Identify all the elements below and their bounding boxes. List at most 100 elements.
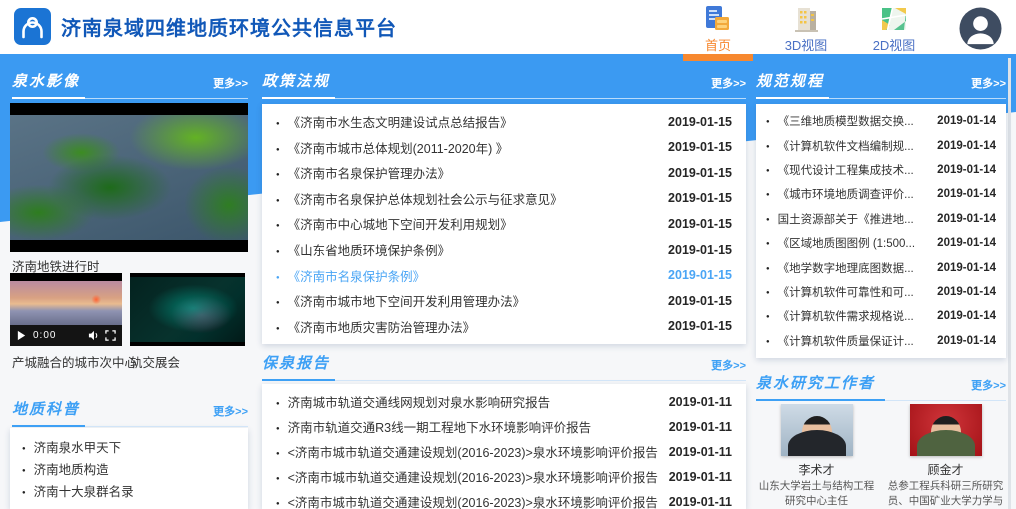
nav-2d-view[interactable]: 2D视图 — [865, 2, 923, 54]
standard-item[interactable]: 《计算机软件可靠性和可... 2019-01-14 — [766, 284, 996, 300]
researcher-photo — [781, 404, 853, 456]
geology-item-title[interactable]: 济南地质构造 — [22, 459, 236, 478]
policy-item[interactable]: 《济南市城市地下空间开发利用管理办法》 2019-01-15 — [276, 291, 732, 310]
policy-item-title[interactable]: 《济南市名泉保护总体规划社会公示与征求意见》 — [276, 189, 658, 208]
standard-item-title[interactable]: 《地学数字地理底图数据... — [766, 260, 931, 276]
standard-item[interactable]: 《计算机软件质量保证计... 2019-01-14 — [766, 333, 996, 349]
policy-item[interactable]: 《济南市水生态文明建设试点总结报告》 2019-01-15 — [276, 112, 732, 131]
policy-item-title[interactable]: 《济南市地质灾害防治管理办法》 — [276, 317, 658, 336]
video-expo-thumbnail — [130, 277, 245, 342]
researcher-card[interactable]: 李术才 山东大学岩土与结构工程研究中心主任 — [756, 404, 877, 509]
geology-list-item[interactable]: 济南十大泉群名录 — [22, 479, 236, 501]
play-icon[interactable] — [16, 330, 27, 341]
policy-item-title[interactable]: 《济南市中心城地下空间开发利用规划》 — [276, 214, 658, 233]
standard-item[interactable]: 《地学数字地理底图数据... 2019-01-14 — [766, 260, 996, 276]
policy-item-date: 2019-01-15 — [668, 217, 732, 231]
standard-item-title[interactable]: 《计算机软件文档编制规... — [766, 138, 931, 154]
standard-item-date: 2019-01-14 — [937, 188, 996, 200]
standard-item-title[interactable]: 国土资源部关于《推进地... — [766, 211, 931, 227]
policy-item[interactable]: 《山东省地质环境保护条例》 2019-01-15 — [276, 240, 732, 259]
volume-icon[interactable] — [88, 330, 99, 341]
report-item-title[interactable]: 济南城市轨道交通线网规划对泉水影响研究报告 — [276, 392, 659, 411]
policy-item-title[interactable]: 《济南市水生态文明建设试点总结报告》 — [276, 112, 658, 131]
policy-item-title[interactable]: 《济南市城市地下空间开发利用管理办法》 — [276, 291, 658, 310]
standard-item-title[interactable]: 《现代设计工程集成技术... — [766, 162, 931, 178]
standard-item-title[interactable]: 《城市环境地质调查评价... — [766, 186, 931, 202]
standards-more-link[interactable]: 更多>> — [971, 75, 1006, 91]
geology-list-item[interactable]: 济南地质构造 — [22, 458, 236, 480]
reports-list: 济南城市轨道交通线网规划对泉水影响研究报告 2019-01-11 济南市轨道交通… — [262, 384, 746, 509]
section-header-spring-media: 泉水影像 更多>> — [12, 70, 248, 99]
policy-item[interactable]: 《济南市城市总体规划(2011-2020年) 》 2019-01-15 — [276, 138, 732, 157]
policy-item-title[interactable]: 《济南市城市总体规划(2011-2020年) 》 — [276, 138, 658, 157]
policy-item-title[interactable]: 《济南市名泉保护条例》 — [276, 266, 658, 285]
section-header-geology: 地质科普 更多>> — [12, 398, 248, 427]
researchers-more-link[interactable]: 更多>> — [971, 377, 1006, 393]
report-item-title[interactable]: <济南市城市轨道交通建设规划(2016-2023)>泉水环境影响评价报告 — [276, 492, 659, 509]
video-main[interactable] — [10, 103, 248, 252]
home-archive-icon — [703, 5, 733, 33]
policy-item-date: 2019-01-15 — [668, 268, 732, 282]
fullscreen-icon[interactable] — [105, 330, 116, 341]
standard-item[interactable]: 《区域地质图图例 (1:500... 2019-01-14 — [766, 235, 996, 251]
standard-item-date: 2019-01-14 — [937, 213, 996, 225]
report-item[interactable]: <济南市城市轨道交通建设规划(2016-2023)>泉水环境影响评价报告 201… — [276, 464, 732, 489]
top-nav: 首页 3D视图 — [689, 2, 1002, 54]
brand[interactable]: 济南泉域四维地质环境公共信息平台 — [14, 8, 397, 45]
report-item-title[interactable]: <济南市城市轨道交通建设规划(2016-2023)>泉水环境影响评价报告 — [276, 442, 659, 461]
researchers-title: 泉水研究工作者 — [756, 372, 875, 393]
policy-item-date: 2019-01-15 — [668, 166, 732, 180]
video-expo[interactable] — [130, 273, 245, 346]
policy-item-title[interactable]: 《山东省地质环境保护条例》 — [276, 240, 658, 259]
policies-more-link[interactable]: 更多>> — [711, 75, 746, 91]
report-item-date: 2019-01-11 — [669, 445, 732, 459]
policy-item[interactable]: 《济南市名泉保护管理办法》 2019-01-15 — [276, 163, 732, 182]
standard-item-title[interactable]: 《计算机软件质量保证计... — [766, 333, 931, 349]
report-item[interactable]: <济南市城市轨道交通建设规划(2016-2023)>泉水环境影响评价报告 201… — [276, 439, 732, 464]
policy-item[interactable]: 《济南市地质灾害防治管理办法》 2019-01-15 — [276, 317, 732, 336]
reports-more-link[interactable]: 更多>> — [711, 357, 746, 373]
geology-list-item[interactable]: 济南泉水甲天下 — [22, 436, 236, 458]
nav-home[interactable]: 首页 — [689, 2, 747, 54]
standard-item[interactable]: 《三维地质模型数据交换... 2019-01-14 — [766, 113, 996, 129]
spring-media-more-link[interactable]: 更多>> — [213, 75, 248, 91]
geology-item-title[interactable]: 济南十大泉群名录 — [22, 481, 236, 500]
standard-item-date: 2019-01-14 — [937, 262, 996, 274]
content-edge-line — [1008, 58, 1011, 509]
policy-item-date: 2019-01-15 — [668, 191, 732, 205]
nav-2d-label: 2D视图 — [873, 35, 916, 54]
standard-item[interactable]: 国土资源部关于《推进地... 2019-01-14 — [766, 211, 996, 227]
standard-item-date: 2019-01-14 — [937, 286, 996, 298]
report-item-title[interactable]: 济南市轨道交通R3线一期工程地下水环境影响评价报告 — [276, 417, 659, 436]
standard-item-title[interactable]: 《三维地质模型数据交换... — [766, 113, 931, 129]
geology-item-title[interactable]: 济南泉水甲天下 — [22, 437, 236, 456]
policy-item[interactable]: 《济南市中心城地下空间开发利用规划》 2019-01-15 — [276, 214, 732, 233]
standard-item-title[interactable]: 《区域地质图图例 (1:500... — [766, 235, 931, 251]
geology-list: 济南泉水甲天下 济南地质构造 济南十大泉群名录 — [10, 428, 248, 509]
policy-item[interactable]: 《济南市名泉保护总体规划社会公示与征求意见》 2019-01-15 — [276, 189, 732, 208]
report-item[interactable]: 济南城市轨道交通线网规划对泉水影响研究报告 2019-01-11 — [276, 389, 732, 414]
nav-3d-view[interactable]: 3D视图 — [777, 2, 835, 54]
user-avatar[interactable] — [959, 7, 1002, 50]
policy-item[interactable]: 《济南市名泉保护条例》 2019-01-15 — [276, 266, 732, 285]
report-item[interactable]: 济南市轨道交通R3线一期工程地下水环境影响评价报告 2019-01-11 — [276, 414, 732, 439]
spring-logo-icon — [14, 8, 51, 45]
policy-item-title[interactable]: 《济南市名泉保护管理办法》 — [276, 163, 658, 182]
standard-item-date: 2019-01-14 — [937, 237, 996, 249]
geology-card: 济南泉水甲天下 济南地质构造 济南十大泉群名录 — [10, 428, 248, 509]
report-item[interactable]: <济南市城市轨道交通建设规划(2016-2023)>泉水环境影响评价报告 201… — [276, 489, 732, 509]
policy-item-date: 2019-01-15 — [668, 319, 732, 333]
section-header-reports: 保泉报告 更多>> — [262, 352, 746, 381]
researcher-name: 李术才 — [798, 461, 834, 478]
researcher-card[interactable]: 顾金才 总参工程兵科研三所研究员、中国矿业大学力学与 — [885, 404, 1006, 509]
standard-item[interactable]: 《计算机软件文档编制规... 2019-01-14 — [766, 138, 996, 154]
standard-item[interactable]: 《现代设计工程集成技术... 2019-01-14 — [766, 162, 996, 178]
standard-item-title[interactable]: 《计算机软件需求规格说... — [766, 308, 931, 324]
standard-item[interactable]: 《城市环境地质调查评价... 2019-01-14 — [766, 186, 996, 202]
report-item-title[interactable]: <济南市城市轨道交通建设规划(2016-2023)>泉水环境影响评价报告 — [276, 467, 659, 486]
geology-more-link[interactable]: 更多>> — [213, 403, 248, 419]
video-sunset[interactable]: 0:00 — [10, 273, 122, 346]
report-item-date: 2019-01-11 — [669, 470, 732, 484]
standard-item-title[interactable]: 《计算机软件可靠性和可... — [766, 284, 931, 300]
standard-item[interactable]: 《计算机软件需求规格说... 2019-01-14 — [766, 308, 996, 324]
